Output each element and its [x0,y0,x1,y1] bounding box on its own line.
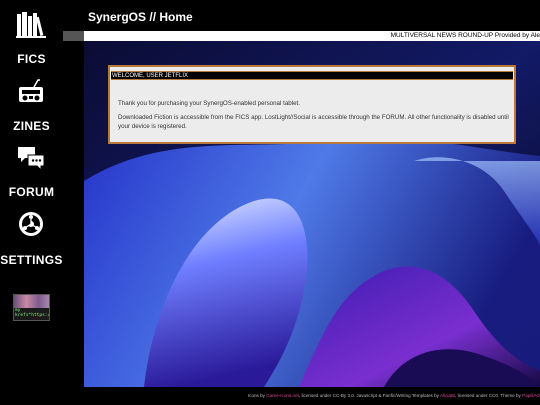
dialog-title: WELCOME, USER JETFLIX [112,73,189,79]
footer-link-templates[interactable]: AliciaBi [440,393,455,398]
ticker-text: MULTIVERSAL NEWS ROUND-UP Provided by Al… [390,32,540,39]
sidebar: FICS ZINES FORUM SETTINGS my krefs*https… [0,0,63,405]
books-icon [16,12,46,38]
footer-link-game-icons[interactable]: Game-Icons.net [266,393,299,398]
sidebar-item-fics[interactable]: FICS [0,52,63,66]
dialog-paragraph-2: Downloaded Fiction is accessible from th… [118,114,509,130]
footer-credits: Icons by Game-Icons.net, licensed under … [248,393,540,398]
dialog-header: WELCOME, USER JETFLIX [111,71,513,80]
footer: Icons by Game-Icons.net, licensed under … [63,387,540,405]
speech-bubbles-icon[interactable] [17,145,45,171]
main-area: SynergOS // Home MULTIVERSAL NEWS ROUND-… [63,0,540,405]
ticker-marker [63,31,84,41]
footer-text-1: Icons by [247,393,267,398]
footer-text-2: , licensed under CC-By 3.0. Javascript &… [298,393,440,398]
footer-text-3: , licensed under CC0. Theme by [455,393,523,398]
welcome-dialog: WELCOME, USER JETFLIX Thank you for purc… [108,65,516,144]
badge-text: my krefs*https:/ [15,308,50,318]
news-ticker: MULTIVERSAL NEWS ROUND-UP Provided by Al… [63,31,540,41]
sidebar-item-forum[interactable]: FORUM [0,185,63,199]
radio-icon[interactable] [17,78,45,104]
network-icon[interactable] [17,211,45,237]
dialog-paragraph-1: Thank you for purchasing your SynergOS-e… [118,100,300,107]
sidebar-badge[interactable]: my krefs*https:/ [13,294,50,321]
sidebar-item-settings[interactable]: SETTINGS [0,253,63,267]
badge-image [14,295,49,308]
footer-link-theme[interactable]: PapillAO [522,393,540,398]
page-title: SynergOS // Home [88,10,193,24]
sidebar-item-zines[interactable]: ZINES [0,119,63,133]
